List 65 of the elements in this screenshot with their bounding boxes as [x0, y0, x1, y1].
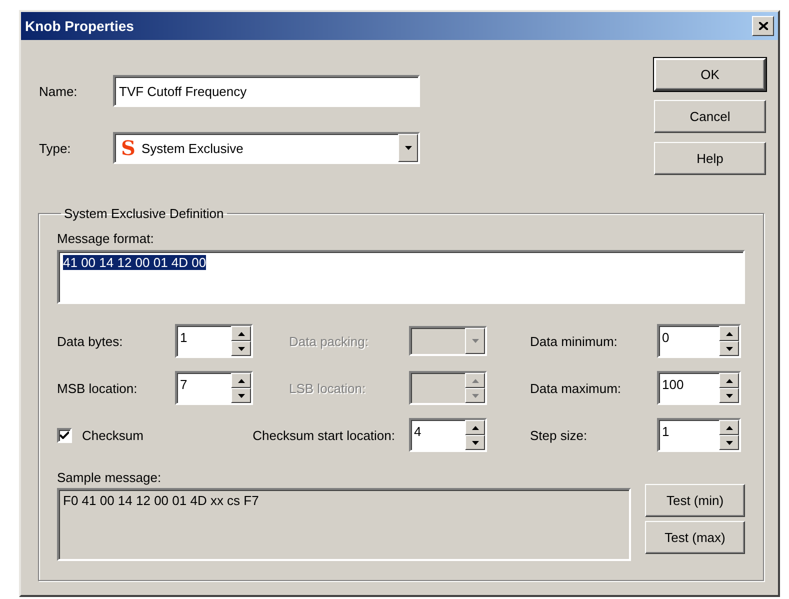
spin-down-button[interactable] [465, 435, 485, 450]
up-arrow-icon [726, 378, 732, 382]
up-arrow-icon [726, 426, 732, 430]
spin-up-button[interactable] [719, 373, 739, 388]
name-field[interactable]: TVF Cutoff Frequency [113, 75, 420, 107]
type-value: System Exclusive [141, 140, 244, 156]
close-icon [758, 22, 768, 30]
test-button[interactable]: Test (max) [645, 521, 745, 554]
spin-up-button[interactable] [231, 326, 251, 341]
checksum-checkbox[interactable]: Checksum [57, 428, 175, 442]
message-format-text: 41 00 14 12 00 01 4D 00 [63, 255, 206, 270]
field-label: LSB location: [289, 380, 367, 396]
down-arrow-icon [726, 394, 732, 398]
field-label: MSB location: [57, 380, 138, 396]
spin-down-button[interactable] [719, 341, 739, 356]
down-arrow-icon [404, 146, 412, 150]
spin-field[interactable]: 1 [175, 324, 253, 358]
check-icon [60, 431, 69, 439]
spin-field[interactable]: 7 [175, 371, 253, 405]
up-arrow-icon [238, 332, 244, 336]
down-arrow-icon [472, 440, 478, 444]
up-arrow-icon [472, 378, 478, 382]
up-arrow-icon [726, 332, 732, 336]
type-letter: S [121, 136, 136, 160]
spin-field[interactable]: 0 [657, 324, 741, 358]
sample-message-text: F0 41 00 14 12 00 01 4D xx cs F7 [63, 493, 259, 508]
spin-up-button[interactable] [465, 420, 485, 435]
group-title: System Exclusive Definition [63, 206, 225, 221]
down-arrow-icon [238, 394, 244, 398]
field-label: Data bytes: [57, 334, 124, 348]
spin-down-button[interactable] [231, 388, 251, 403]
type-label: Type: [39, 140, 72, 156]
down-arrow-icon [472, 339, 478, 343]
down-arrow-icon [726, 440, 732, 444]
spin-field[interactable]: 1 [657, 418, 741, 452]
spin-up-button[interactable] [719, 420, 739, 435]
type-dropdown[interactable]: S System Exclusive [113, 132, 420, 164]
spin-down-button[interactable] [719, 435, 739, 450]
spin-down-button[interactable] [231, 341, 251, 356]
spin-up-button[interactable] [719, 326, 739, 341]
field-label: Checksum start location: [252, 428, 396, 442]
dropdown-button[interactable] [398, 134, 418, 162]
message-format-label: Message format: [57, 231, 155, 246]
down-arrow-icon [472, 394, 478, 398]
spin-down-button[interactable] [719, 388, 739, 403]
field-label: Step size: [530, 428, 588, 442]
spin-up-button[interactable] [231, 373, 251, 388]
test-button[interactable]: Test (min) [645, 484, 745, 517]
spin-field[interactable]: 4 [409, 418, 487, 452]
message-format-field[interactable]: 41 00 14 12 00 01 4D 00 [57, 250, 745, 304]
field-label: Data packing: [289, 334, 370, 348]
dialog-button[interactable]: Help [654, 142, 766, 175]
close-button[interactable] [752, 16, 774, 36]
window-title: Knob Properties [25, 18, 134, 34]
up-arrow-icon [472, 426, 478, 430]
down-arrow-icon [726, 346, 732, 350]
up-arrow-icon [238, 378, 244, 382]
name-label: Name: [39, 84, 78, 98]
spin-field[interactable]: 100 [657, 371, 741, 405]
down-arrow-icon [238, 346, 244, 350]
field-label: Data maximum: [530, 380, 622, 396]
dialog-button[interactable]: OK [654, 58, 766, 91]
dialog-button[interactable]: Cancel [654, 100, 766, 133]
field-label: Data minimum: [530, 334, 618, 348]
sample-label: Sample message: [57, 470, 162, 485]
